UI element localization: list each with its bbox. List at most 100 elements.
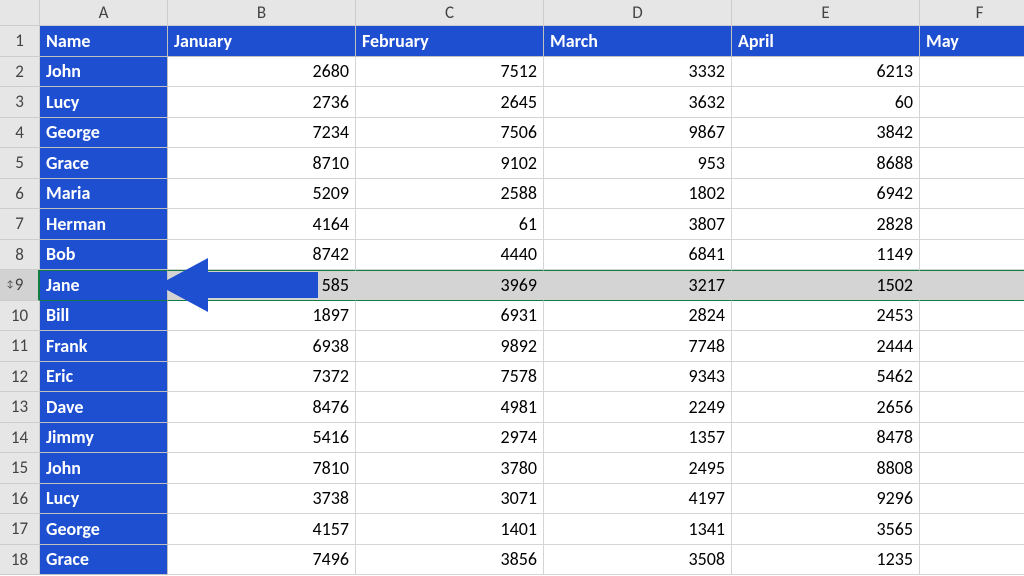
data-cell[interactable]: 2495 <box>544 453 732 484</box>
data-cell[interactable]: 8710 <box>168 148 356 179</box>
data-cell[interactable]: 1357 <box>544 423 732 454</box>
row-header-18[interactable]: 18 <box>0 545 40 576</box>
data-cell[interactable]: 3738 <box>168 484 356 515</box>
row-header-11[interactable]: 11 <box>0 331 40 362</box>
name-cell[interactable]: Frank <box>40 331 168 362</box>
empty-cell[interactable] <box>920 87 1024 118</box>
empty-cell[interactable] <box>920 514 1024 545</box>
data-cell[interactable]: 4197 <box>544 484 732 515</box>
empty-cell[interactable] <box>920 118 1024 149</box>
name-cell[interactable]: George <box>40 118 168 149</box>
row-header-8[interactable]: 8 <box>0 240 40 271</box>
data-cell[interactable]: 2645 <box>356 87 544 118</box>
data-cell[interactable]: 7496 <box>168 545 356 576</box>
data-cell[interactable]: 8742 <box>168 240 356 271</box>
empty-cell[interactable] <box>920 331 1024 362</box>
name-cell[interactable]: Dave <box>40 392 168 423</box>
data-cell[interactable]: 2588 <box>356 179 544 210</box>
row-header-15[interactable]: 15 <box>0 453 40 484</box>
name-cell[interactable]: Herman <box>40 209 168 240</box>
data-cell[interactable]: 2249 <box>544 392 732 423</box>
data-cell[interactable]: 3969 <box>356 270 544 301</box>
data-cell[interactable]: 7578 <box>356 362 544 393</box>
data-cell[interactable]: 4164 <box>168 209 356 240</box>
name-cell[interactable]: John <box>40 57 168 88</box>
empty-cell[interactable] <box>920 453 1024 484</box>
column-header-E[interactable]: E <box>732 0 920 26</box>
data-cell[interactable]: 585 <box>168 270 356 301</box>
row-header-7[interactable]: 7 <box>0 209 40 240</box>
column-header-C[interactable]: C <box>356 0 544 26</box>
data-cell[interactable]: 9892 <box>356 331 544 362</box>
data-cell[interactable]: 3332 <box>544 57 732 88</box>
empty-cell[interactable] <box>920 179 1024 210</box>
data-cell[interactable]: 61 <box>356 209 544 240</box>
data-cell[interactable]: 8476 <box>168 392 356 423</box>
row-header-1[interactable]: 1 <box>0 26 40 57</box>
name-cell[interactable]: George <box>40 514 168 545</box>
name-cell[interactable]: Grace <box>40 545 168 576</box>
column-header-B[interactable]: B <box>168 0 356 26</box>
empty-cell[interactable] <box>920 270 1024 301</box>
data-cell[interactable]: 60 <box>732 87 920 118</box>
column-header-D[interactable]: D <box>544 0 732 26</box>
select-all-corner[interactable] <box>0 0 40 26</box>
row-header-12[interactable]: 12 <box>0 362 40 393</box>
data-cell[interactable]: 3071 <box>356 484 544 515</box>
data-cell[interactable]: 2680 <box>168 57 356 88</box>
name-cell[interactable]: Eric <box>40 362 168 393</box>
name-cell[interactable]: Maria <box>40 179 168 210</box>
data-cell[interactable]: 2736 <box>168 87 356 118</box>
data-cell[interactable]: 6213 <box>732 57 920 88</box>
row-header-16[interactable]: 16 <box>0 484 40 515</box>
header-cell-february[interactable]: February <box>356 26 544 57</box>
row-header-14[interactable]: 14 <box>0 423 40 454</box>
data-cell[interactable]: 3842 <box>732 118 920 149</box>
row-header-3[interactable]: 3 <box>0 87 40 118</box>
empty-cell[interactable] <box>920 545 1024 576</box>
data-cell[interactable]: 2824 <box>544 301 732 332</box>
row-header-4[interactable]: 4 <box>0 118 40 149</box>
data-cell[interactable]: 3856 <box>356 545 544 576</box>
header-cell-march[interactable]: March <box>544 26 732 57</box>
row-header-9[interactable]: ↔9 <box>0 270 40 301</box>
column-header-F[interactable]: F <box>920 0 1024 26</box>
data-cell[interactable]: 4157 <box>168 514 356 545</box>
data-cell[interactable]: 1802 <box>544 179 732 210</box>
header-cell-name[interactable]: Name <box>40 26 168 57</box>
data-cell[interactable]: 6931 <box>356 301 544 332</box>
empty-cell[interactable] <box>920 301 1024 332</box>
row-header-6[interactable]: 6 <box>0 179 40 210</box>
data-cell[interactable]: 3780 <box>356 453 544 484</box>
data-cell[interactable]: 9102 <box>356 148 544 179</box>
data-cell[interactable]: 9296 <box>732 484 920 515</box>
empty-cell[interactable] <box>920 484 1024 515</box>
data-cell[interactable]: 2656 <box>732 392 920 423</box>
row-header-10[interactable]: 10 <box>0 301 40 332</box>
data-cell[interactable]: 3508 <box>544 545 732 576</box>
data-cell[interactable]: 5209 <box>168 179 356 210</box>
data-cell[interactable]: 7748 <box>544 331 732 362</box>
data-cell[interactable]: 1502 <box>732 270 920 301</box>
header-cell-january[interactable]: January <box>168 26 356 57</box>
empty-cell[interactable] <box>920 148 1024 179</box>
data-cell[interactable]: 6942 <box>732 179 920 210</box>
data-cell[interactable]: 7512 <box>356 57 544 88</box>
row-header-17[interactable]: 17 <box>0 514 40 545</box>
data-cell[interactable]: 9343 <box>544 362 732 393</box>
data-cell[interactable]: 3565 <box>732 514 920 545</box>
name-cell[interactable]: Bob <box>40 240 168 271</box>
data-cell[interactable]: 9867 <box>544 118 732 149</box>
data-cell[interactable]: 7234 <box>168 118 356 149</box>
data-cell[interactable]: 2453 <box>732 301 920 332</box>
data-cell[interactable]: 1401 <box>356 514 544 545</box>
data-cell[interactable]: 8808 <box>732 453 920 484</box>
empty-cell[interactable] <box>920 423 1024 454</box>
empty-cell[interactable] <box>920 240 1024 271</box>
data-cell[interactable]: 7506 <box>356 118 544 149</box>
data-cell[interactable]: 8688 <box>732 148 920 179</box>
data-cell[interactable]: 2444 <box>732 331 920 362</box>
data-cell[interactable]: 3217 <box>544 270 732 301</box>
data-cell[interactable]: 953 <box>544 148 732 179</box>
row-header-2[interactable]: 2 <box>0 57 40 88</box>
